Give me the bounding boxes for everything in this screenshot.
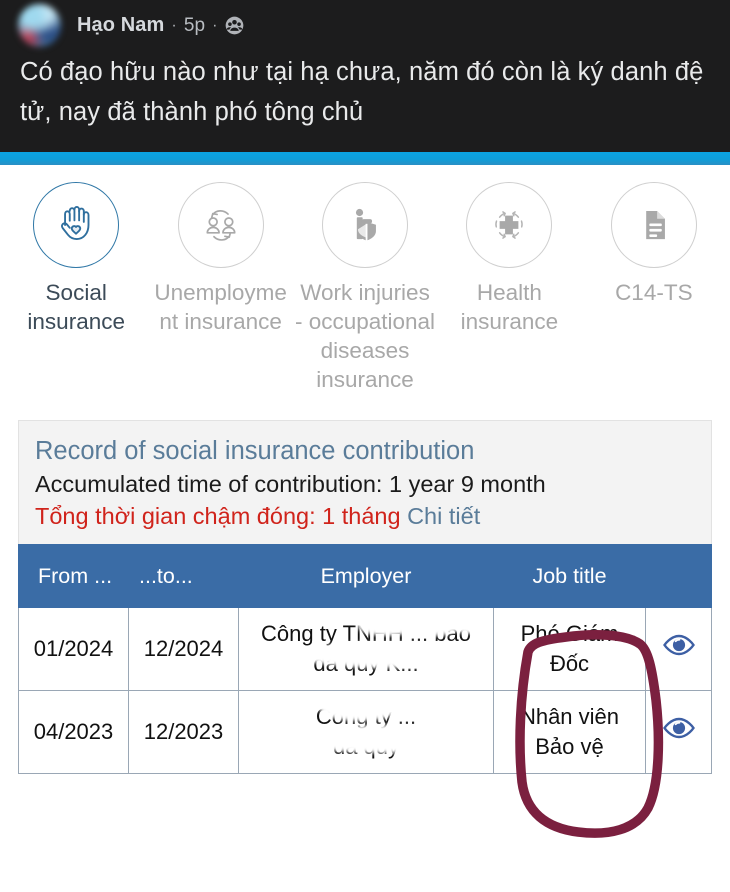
record-accumulated-time: Accumulated time of contribution: 1 year… xyxy=(35,471,546,497)
cell-job-title: Nhân viên Bảo vệ xyxy=(493,690,646,774)
post-author-name[interactable]: Hạo Nam xyxy=(77,14,164,37)
record-detail-link[interactable]: Chi tiết xyxy=(407,503,480,529)
byline-separator-2: · xyxy=(212,16,218,34)
table-row: 01/2024 12/2024 Công ty TNHH ... bao đá … xyxy=(18,607,712,691)
cell-to: 12/2024 xyxy=(128,607,239,691)
service-label-unemployment-insurance: Unemployment insurance xyxy=(154,280,287,334)
cell-employer: Công ty TNHH ... bao đá quý K... xyxy=(238,607,494,691)
service-item-health-insurance[interactable]: Health insurance xyxy=(437,182,581,394)
service-label-social-insurance: Social insurance xyxy=(27,280,125,334)
medical-cross-cycle-icon xyxy=(466,182,553,268)
record-late-label: Tổng thời gian chậm đóng: 1 tháng xyxy=(35,503,401,529)
record-late-payment: Tổng thời gian chậm đóng: 1 tháng Chi ti… xyxy=(35,501,695,532)
contribution-table: From ... ...to... Employer Job title 01/… xyxy=(18,544,712,774)
cell-employer: Công ty ... đá quý xyxy=(238,690,494,774)
friends-icon[interactable] xyxy=(225,16,244,35)
redaction-smudge xyxy=(453,616,483,634)
post-header: Hạo Nam · 5p · xyxy=(0,0,730,47)
cell-job-title: Phó Giám Đốc xyxy=(493,607,646,691)
screenshot-root: Hạo Nam · 5p · Có đạo hữu nào như tại hạ… xyxy=(0,0,730,892)
cell-from: 01/2024 xyxy=(18,607,129,691)
cell-from: 04/2023 xyxy=(18,690,129,774)
redaction-smudge xyxy=(319,695,399,721)
cell-to: 12/2023 xyxy=(128,690,239,774)
column-header-to: ...to... xyxy=(128,544,239,608)
worker-shield-icon xyxy=(322,182,409,268)
column-header-job-title: Job title xyxy=(493,544,646,608)
service-item-social-insurance[interactable]: Social insurance xyxy=(4,182,148,394)
service-item-work-injuries-insurance[interactable]: Work injuries - occupational diseases in… xyxy=(293,182,437,394)
post-timestamp: 5p xyxy=(183,14,206,36)
hands-heart-icon xyxy=(33,182,120,268)
post-byline: Hạo Nam · 5p · xyxy=(77,14,244,37)
cell-action[interactable] xyxy=(645,607,712,691)
app-accent-bar xyxy=(0,152,730,165)
service-item-c14-ts[interactable]: C14-TS xyxy=(582,182,726,394)
eye-icon[interactable] xyxy=(662,716,696,748)
service-label-c14-ts: C14-TS xyxy=(615,280,693,305)
social-post-block: Hạo Nam · 5p · Có đạo hữu nào như tại hạ… xyxy=(0,0,730,152)
service-icon-strip: Social insurance Unemployment insurance xyxy=(0,165,730,394)
people-exchange-icon xyxy=(177,182,264,268)
table-header-row: From ... ...to... Employer Job title xyxy=(18,544,712,608)
table-row: 04/2023 12/2023 Công ty ... đá quý Nhân … xyxy=(18,690,712,774)
column-header-actions xyxy=(645,544,712,608)
column-header-from: From ... xyxy=(18,544,129,608)
redaction-smudge xyxy=(297,642,487,668)
column-header-employer: Employer xyxy=(238,544,494,608)
redaction-smudge xyxy=(357,614,417,636)
service-label-work-injuries-insurance: Work injuries - occupational diseases in… xyxy=(294,280,436,392)
service-label-health-insurance: Health insurance xyxy=(460,280,559,334)
byline-separator-1: · xyxy=(171,16,177,34)
avatar[interactable] xyxy=(18,4,61,47)
record-title: Record of social insurance contribution xyxy=(35,437,475,465)
document-icon xyxy=(610,182,697,268)
post-text: Có đạo hữu nào như tại hạ chưa, năm đó c… xyxy=(20,58,704,126)
service-item-unemployment-insurance[interactable]: Unemployment insurance xyxy=(148,182,292,394)
contribution-table-wrap: From ... ...to... Employer Job title 01/… xyxy=(18,544,712,774)
eye-icon[interactable] xyxy=(662,633,696,665)
redaction-smudge xyxy=(389,693,479,717)
redaction-smudge xyxy=(287,725,493,753)
cell-action[interactable] xyxy=(645,690,712,774)
record-panel: Record of social insurance contribution … xyxy=(18,420,712,544)
